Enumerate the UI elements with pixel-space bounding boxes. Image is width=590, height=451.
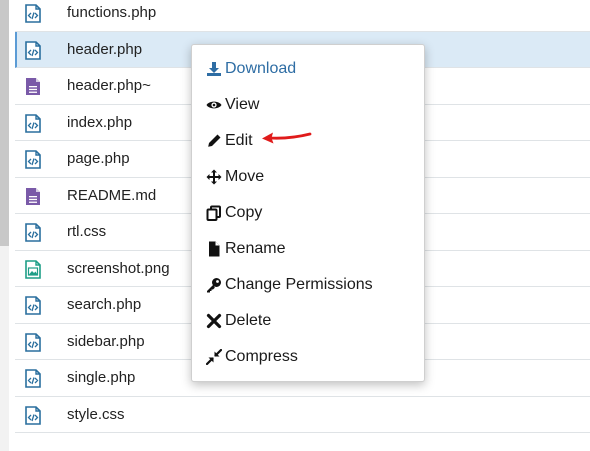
file-name: page.php	[67, 150, 130, 168]
download-icon	[207, 62, 221, 76]
code-file-icon	[25, 150, 41, 169]
file-name: index.php	[67, 113, 133, 131]
key-icon	[207, 278, 221, 293]
file-row[interactable]: functions.php	[15, 0, 590, 32]
file-icon	[209, 241, 220, 257]
pencil-icon	[208, 134, 221, 147]
annotation-arrow-icon	[262, 132, 312, 144]
menu-item-compress[interactable]: Compress	[206, 345, 298, 369]
file-name: header.php~	[67, 77, 151, 95]
compress-icon	[206, 349, 222, 365]
menu-item-view[interactable]: View	[206, 93, 259, 117]
context-menu: Download View Edit Move Copy Rename Chan…	[191, 44, 425, 382]
code-file-icon	[25, 332, 41, 352]
menu-label-change-permissions: Change Permissions	[225, 276, 373, 293]
menu-label-copy: Copy	[225, 204, 263, 221]
x-icon	[206, 313, 222, 329]
scrollbar-thumb[interactable]	[0, 0, 9, 246]
code-file-icon	[25, 405, 41, 425]
move-arrows-icon	[206, 169, 222, 185]
menu-item-delete[interactable]: Delete	[206, 309, 271, 333]
menu-label-edit: Edit	[225, 132, 253, 149]
file-row[interactable]: style.css	[15, 397, 590, 433]
file-name: rtl.css	[67, 223, 107, 241]
text-file-icon	[25, 77, 41, 96]
text-file-icon	[25, 187, 41, 206]
code-file-icon	[25, 40, 41, 60]
code-file-icon	[25, 296, 41, 315]
code-file-icon	[25, 113, 41, 133]
file-name: header.php	[67, 40, 143, 58]
file-name: single.php	[67, 369, 136, 387]
menu-item-change-permissions[interactable]: Change Permissions	[206, 273, 373, 297]
menu-item-copy[interactable]: Copy	[206, 201, 262, 225]
menu-item-move[interactable]: Move	[206, 165, 264, 189]
menu-label-download: Download	[225, 60, 297, 77]
menu-label-compress: Compress	[225, 348, 298, 365]
file-name: sidebar.php	[67, 332, 145, 350]
code-file-icon	[25, 4, 41, 23]
menu-item-rename[interactable]: Rename	[206, 237, 285, 261]
eye-icon	[206, 101, 222, 109]
menu-label-delete: Delete	[225, 312, 272, 329]
menu-label-view: View	[225, 96, 260, 113]
menu-label-move: Move	[225, 168, 265, 185]
code-file-icon	[25, 223, 41, 242]
file-name: README.md	[67, 186, 157, 204]
menu-item-edit[interactable]: Edit	[206, 129, 253, 153]
file-name: search.php	[67, 296, 142, 314]
image-file-icon	[25, 259, 41, 279]
file-name: screenshot.png	[67, 259, 170, 277]
file-name: functions.php	[67, 4, 157, 22]
file-manager-screen: functions.php header.php header.php~ index.…	[0, 0, 590, 451]
scrollbar[interactable]	[0, 0, 9, 451]
file-name: style.css	[67, 405, 125, 423]
menu-item-download[interactable]: Download	[206, 57, 296, 81]
menu-label-rename: Rename	[225, 240, 286, 257]
code-file-icon	[25, 369, 41, 388]
copy-icon	[206, 205, 221, 221]
